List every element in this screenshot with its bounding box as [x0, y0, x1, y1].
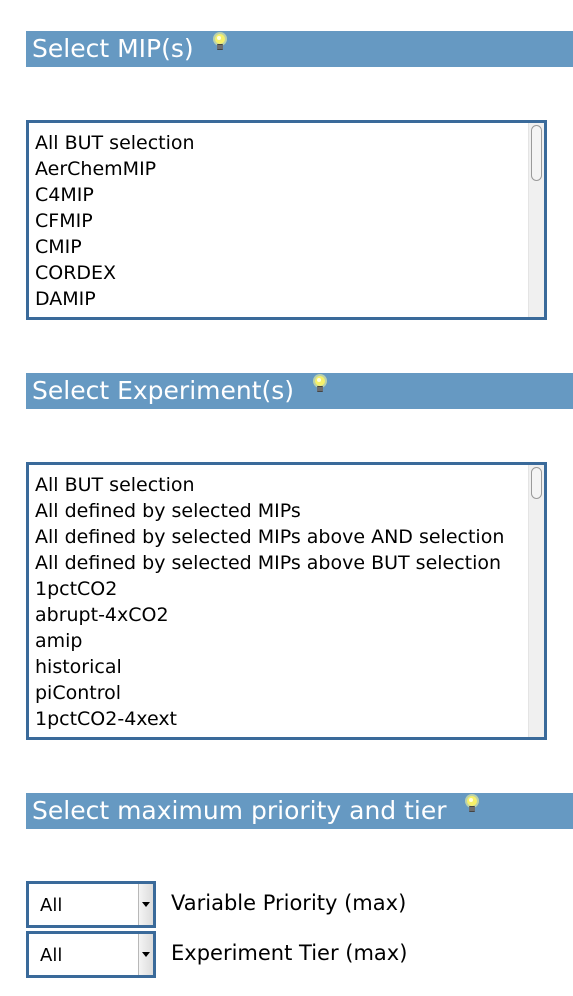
list-item[interactable]: CMIP [35, 234, 526, 260]
experiment-section-header: Select Experiment(s) [26, 373, 573, 409]
experiment-scroll-thumb[interactable] [531, 467, 542, 499]
list-item[interactable]: piControl [35, 680, 526, 706]
experiment-section-title: Select Experiment(s) [32, 376, 295, 405]
experiment-tier-label: Experiment Tier (max) [171, 941, 408, 965]
mip-options: All BUT selection AerChemMIP C4MIP CFMIP… [35, 130, 526, 317]
experiment-scrollbar[interactable] [528, 465, 544, 737]
lightbulb-icon[interactable] [312, 373, 328, 407]
experiment-tier-select[interactable]: All [26, 931, 156, 978]
list-item[interactable]: All defined by selected MIPs above AND s… [35, 524, 526, 550]
experiment-listbox[interactable]: All BUT selection All defined by selecte… [26, 462, 547, 740]
list-item[interactable]: CORDEX [35, 260, 526, 286]
variable-priority-select[interactable]: All [26, 881, 156, 928]
list-item[interactable]: All BUT selection [35, 472, 526, 498]
list-item[interactable]: 1pctCO2 [35, 576, 526, 602]
list-item[interactable]: All defined by selected MIPs [35, 498, 526, 524]
mip-listbox[interactable]: All BUT selection AerChemMIP C4MIP CFMIP… [26, 120, 547, 320]
list-item[interactable]: C4MIP [35, 182, 526, 208]
experiment-tier-value: All [40, 945, 63, 966]
list-item[interactable]: historical [35, 654, 526, 680]
list-item[interactable]: abrupt-4xCO2 [35, 602, 526, 628]
variable-priority-label: Variable Priority (max) [171, 891, 407, 915]
list-item[interactable]: CFMIP [35, 208, 526, 234]
priority-section-header: Select maximum priority and tier [26, 793, 573, 829]
mip-section-header: Select MIP(s) [26, 31, 573, 67]
list-item[interactable]: amip [35, 628, 526, 654]
chevron-down-icon[interactable] [138, 884, 153, 925]
experiment-options: All BUT selection All defined by selecte… [35, 472, 526, 737]
mip-scrollbar[interactable] [528, 123, 544, 317]
chevron-down-icon[interactable] [138, 934, 153, 975]
lightbulb-icon[interactable] [212, 31, 228, 65]
variable-priority-value: All [40, 895, 63, 916]
list-item[interactable]: DCPP [35, 312, 526, 317]
mip-section-title: Select MIP(s) [32, 34, 194, 63]
priority-section-title: Select maximum priority and tier [32, 796, 447, 825]
mip-scroll-thumb[interactable] [531, 125, 542, 181]
lightbulb-icon[interactable] [464, 793, 480, 827]
list-item[interactable]: 1pctCO2-4xext [35, 706, 526, 732]
list-item[interactable]: 1pctCO2-bgc [35, 732, 526, 737]
list-item[interactable]: All defined by selected MIPs above BUT s… [35, 550, 526, 576]
list-item[interactable]: DAMIP [35, 286, 526, 312]
list-item[interactable]: AerChemMIP [35, 156, 526, 182]
list-item[interactable]: All BUT selection [35, 130, 526, 156]
